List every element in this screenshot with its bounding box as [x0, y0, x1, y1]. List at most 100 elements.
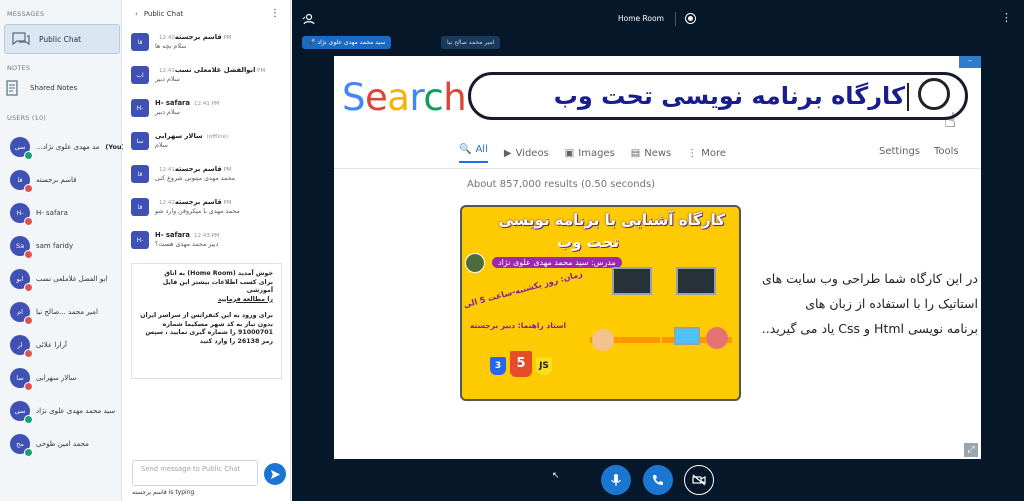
- user-name: sam faridy: [36, 242, 74, 250]
- user-list-panel: MESSAGES Public Chat NOTES Shared Notes …: [0, 0, 125, 501]
- user-list-item[interactable]: Sa sam faridy: [10, 236, 74, 259]
- search-box[interactable]: کارگاه برنامه نویسی تحت وب: [468, 72, 968, 120]
- typing-user: قاسم برجسته: [132, 489, 167, 496]
- notice-pin: رمز 26138 را وارد کنید: [199, 337, 273, 345]
- kid-right: [706, 327, 728, 349]
- camera-button[interactable]: [684, 465, 714, 495]
- message-sender: H- safara: [155, 231, 190, 239]
- user-list-item[interactable]: مح محمد امین طوحی: [10, 434, 89, 457]
- message-avatar-initials: H-: [136, 236, 144, 244]
- fullscreen-button[interactable]: ⤢: [964, 443, 978, 457]
- message-sender: قاسم برجسته: [174, 165, 222, 173]
- tab-news[interactable]: ▤ News: [631, 144, 671, 163]
- desc-line-2: استاتیک را با استفاده از زبان های: [805, 296, 978, 311]
- tab-images-label: Images: [578, 148, 615, 159]
- avatar: قا: [10, 170, 33, 193]
- more-icon: ⋮: [687, 148, 698, 159]
- workshop-banner-image[interactable]: کارگاه آشنایی با برنامه نویسی تحت وب مدر…: [460, 205, 741, 401]
- main-area: Home Room ⋮ 🎤 سید محمد مهدی علوی نژاد ام…: [292, 0, 1024, 501]
- chevron-left-icon: ‹: [135, 10, 138, 18]
- mic-status-icon: [24, 217, 33, 226]
- user-list-item[interactable]: سی ...مد مهدی علوی نژاد (You): [10, 137, 125, 160]
- message-text: سلام دبیر: [155, 76, 180, 83]
- user-list-item[interactable]: سا سالار سهرابی: [10, 368, 76, 391]
- user-list-item[interactable]: H- H- safara: [10, 203, 68, 226]
- notice-number: 91000701 را شماره گیری نمایید ، سپس: [145, 329, 273, 336]
- notes-section-title: NOTES: [7, 64, 31, 72]
- message-avatar: قا: [131, 33, 149, 51]
- user-name: امیر محمد ...صالح نیا: [36, 308, 98, 316]
- tab-more[interactable]: ⋮ More: [687, 144, 726, 163]
- users-section-title: USERS (10): [7, 114, 47, 122]
- banner-time: زمان: روز یکشنبه-ساعت 5 الی 6 عصر: [460, 269, 584, 312]
- tools-link[interactable]: Tools: [934, 146, 959, 157]
- message-avatar: سا: [131, 132, 149, 150]
- notice-link[interactable]: را مطالعه فرمایید: [218, 296, 273, 303]
- tab-all-label: All: [475, 144, 488, 155]
- mic-status-icon: [24, 316, 33, 325]
- search-icon: 🔍: [459, 144, 472, 155]
- logo-letter: S: [342, 76, 366, 119]
- message-sender: H- safara: [155, 99, 190, 107]
- messages-section-title: MESSAGES: [7, 10, 45, 18]
- room-title: Home Room: [618, 14, 664, 23]
- mic-status-icon: [24, 151, 33, 160]
- tab-news-label: News: [644, 148, 672, 159]
- chat-message: قا قاسم برجسته12:42 PM محمد مهدی با میکر…: [131, 198, 286, 216]
- mic-status-icon: [24, 382, 33, 391]
- avatar: H-: [10, 203, 33, 226]
- user-name: ابو الفضل غلاملعی نسب: [36, 275, 108, 283]
- message-avatar-initials: سا: [136, 137, 144, 145]
- chat-message: اب ابوالفضل غلامعلی نسب12:41 PM سلام دبی…: [131, 66, 286, 84]
- logo-letter: h: [443, 76, 467, 119]
- avatar: ار: [10, 335, 33, 358]
- css-badge-icon: 3: [490, 357, 506, 375]
- logo-letter: a: [387, 76, 410, 119]
- avatar: سا: [10, 368, 33, 391]
- send-button[interactable]: [264, 463, 286, 485]
- avatar: سی: [10, 401, 33, 424]
- monitor-right: [676, 267, 716, 295]
- workshop-description: در این کارگاه شما طراحی وب سایت های استا…: [734, 266, 978, 341]
- tab-videos[interactable]: ▶ Videos: [504, 144, 549, 163]
- banner-guide: استاد راهنما: دبیر برجسته: [470, 321, 567, 330]
- audio-phone-button[interactable]: [643, 465, 673, 495]
- minimize-button[interactable]: –: [959, 56, 981, 68]
- user-name: آرارا علائی: [36, 341, 67, 349]
- talking-indicator-active: 🎤 سید محمد مهدی علوی نژاد: [302, 36, 392, 49]
- record-button[interactable]: [685, 13, 696, 24]
- user-list-item[interactable]: سی سید محمد مهدی علوی نژاد: [10, 401, 115, 424]
- user-list-item[interactable]: ار آرارا علائی: [10, 335, 67, 358]
- notes-icon: [6, 80, 18, 96]
- talker1-name: سید محمد مهدی علوی نژاد: [317, 39, 386, 46]
- user-list-item[interactable]: قا قاسم برجسته: [10, 170, 76, 193]
- chat-back-button[interactable]: ‹ Public Chat: [135, 10, 183, 18]
- chat-panel: ‹ Public Chat ⋮ قا قاسم برجسته12:40 PM س…: [123, 0, 291, 501]
- message-text: سلام بچه ها: [155, 43, 187, 50]
- tab-all[interactable]: 🔍 All: [459, 144, 488, 163]
- microphone-icon: [611, 474, 621, 486]
- tab-images[interactable]: ▣ Images: [565, 144, 615, 163]
- user-list-item[interactable]: ام امیر محمد ...صالح نیا: [10, 302, 98, 325]
- avatar-initials: مح: [16, 440, 24, 448]
- chat-options-icon[interactable]: ⋮: [270, 8, 280, 19]
- shared-notes-button[interactable]: Shared Notes: [6, 80, 77, 96]
- banner-subtitle: تحت وب: [557, 233, 619, 251]
- message-avatar: قا: [131, 198, 149, 216]
- message-avatar: قا: [131, 165, 149, 183]
- talker2-name: امیر محمد صالح نیا: [447, 39, 495, 46]
- settings-link[interactable]: Settings: [879, 146, 920, 157]
- user-settings-icon[interactable]: [302, 13, 316, 25]
- message-time: 12:41 PM: [194, 101, 220, 107]
- message-text: دبیر محمد مهدی هست؟: [155, 241, 219, 248]
- microphone-button[interactable]: [601, 465, 631, 495]
- js-badge-icon: JS: [536, 357, 552, 375]
- chat-message: قا قاسم برجسته12:41 PM محمد مهدی میتونی …: [131, 165, 286, 183]
- options-menu-icon[interactable]: ⋮: [1001, 11, 1012, 24]
- chat-message-input[interactable]: Send message to Public Chat: [132, 460, 258, 486]
- desc-line-3: برنامه نویسی Html و Css یاد می گیرید..: [761, 321, 978, 336]
- record-icon: [688, 16, 693, 21]
- message-text: محمد مهدی با میکروفن وارد شو: [155, 208, 240, 215]
- user-list-item[interactable]: ابو ابو الفضل غلاملعی نسب: [10, 269, 108, 292]
- public-chat-button[interactable]: Public Chat: [4, 24, 120, 54]
